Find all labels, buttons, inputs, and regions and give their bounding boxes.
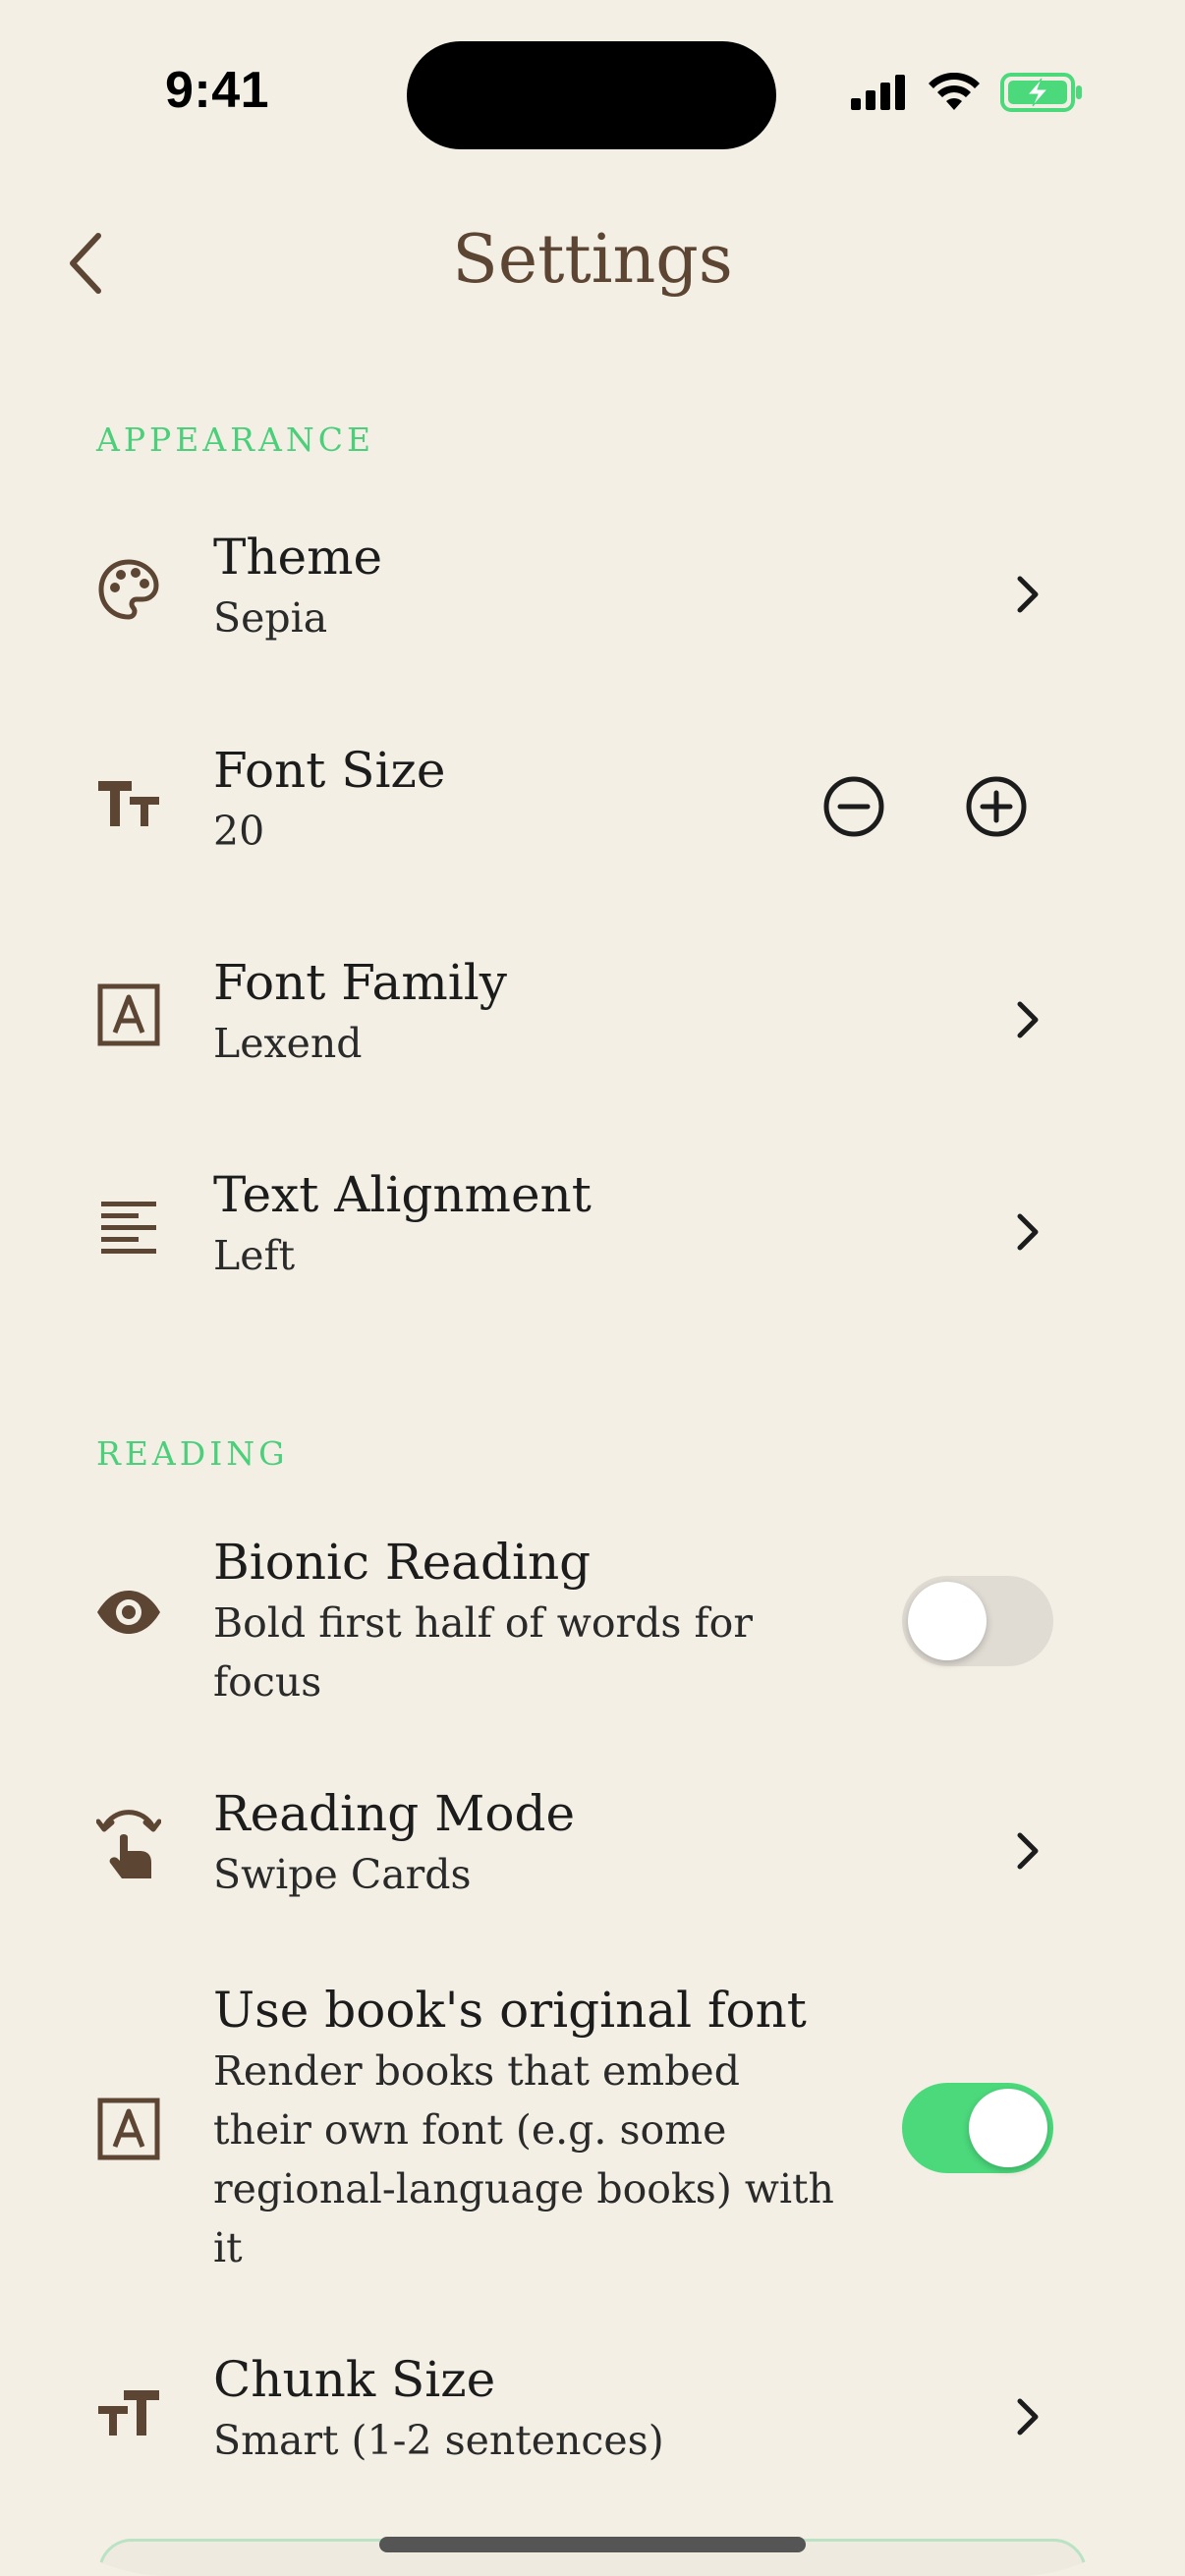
text-size-icon <box>94 768 163 837</box>
swipe-hand-icon <box>94 1810 163 1878</box>
chevron-right-icon <box>1008 1826 1047 1876</box>
wifi-icon <box>929 73 980 110</box>
toggle-knob <box>908 1582 987 1660</box>
align-left-icon <box>94 1193 163 1261</box>
theme-title: Theme <box>213 529 383 586</box>
plus-circle-icon <box>966 776 1027 837</box>
chevron-right-icon <box>1008 2392 1047 2441</box>
bionic-reading-toggle[interactable] <box>902 1576 1053 1666</box>
cellular-signal-icon <box>851 75 905 110</box>
font-size-title: Font Size <box>213 742 446 799</box>
font-family-value: Lexend <box>213 1020 363 1067</box>
font-size-row: Font Size 20 <box>0 739 1185 876</box>
chunk-size-value: Smart (1-2 sentences) <box>213 2417 664 2464</box>
reading-mode-title: Reading Mode <box>213 1785 576 1842</box>
home-indicator[interactable] <box>379 2537 806 2552</box>
font-a-icon <box>94 2095 163 2163</box>
toggle-knob <box>969 2089 1047 2167</box>
chunk-size-title: Chunk Size <box>213 2351 496 2408</box>
text-size-icon <box>94 2378 163 2446</box>
section-label-appearance: APPEARANCE <box>96 420 375 459</box>
decrease-font-button[interactable] <box>819 772 888 841</box>
settings-screen: 9:41 Settings APPEARANCE Theme Sepia Fon… <box>0 0 1185 2576</box>
font-a-icon <box>94 980 163 1049</box>
bionic-reading-title: Bionic Reading <box>213 1534 592 1591</box>
bionic-reading-subtitle: Bold first half of words for focus <box>213 1599 753 1706</box>
palette-icon <box>94 555 163 624</box>
reading-mode-row[interactable]: Reading Mode Swipe Cards <box>0 1782 1185 1920</box>
theme-row[interactable]: Theme Sepia <box>0 526 1185 663</box>
battery-charging-icon <box>1000 73 1082 112</box>
status-icons <box>851 73 1083 112</box>
minus-circle-icon <box>823 776 884 837</box>
chevron-right-icon <box>1008 1207 1047 1257</box>
theme-value: Sepia <box>213 594 328 642</box>
text-alignment-title: Text Alignment <box>213 1166 592 1223</box>
dynamic-island <box>407 41 776 149</box>
font-family-title: Font Family <box>213 954 507 1011</box>
bionic-reading-row: Bionic Reading Bold first half of words … <box>0 1531 1185 1708</box>
text-alignment-value: Left <box>213 1232 296 1279</box>
chevron-right-icon <box>1008 995 1047 1044</box>
font-family-row[interactable]: Font Family Lexend <box>0 951 1185 1089</box>
section-label-reading: READING <box>96 1434 289 1473</box>
reading-mode-value: Swipe Cards <box>213 1851 472 1898</box>
status-time: 9:41 <box>165 62 270 119</box>
original-font-subtitle: Render books that embed their own font (… <box>213 2047 834 2271</box>
font-size-value: 20 <box>213 808 265 855</box>
page-title: Settings <box>452 221 733 299</box>
chevron-right-icon <box>1008 570 1047 619</box>
text-alignment-row[interactable]: Text Alignment Left <box>0 1163 1185 1301</box>
original-font-toggle[interactable] <box>902 2083 1053 2173</box>
chunk-size-row[interactable]: Chunk Size Smart (1-2 sentences) <box>0 2348 1185 2486</box>
eye-icon <box>94 1578 163 1647</box>
original-font-row: Use book's original font Render books th… <box>0 1979 1185 2273</box>
original-font-title: Use book's original font <box>213 1982 807 2039</box>
increase-font-button[interactable] <box>962 772 1031 841</box>
